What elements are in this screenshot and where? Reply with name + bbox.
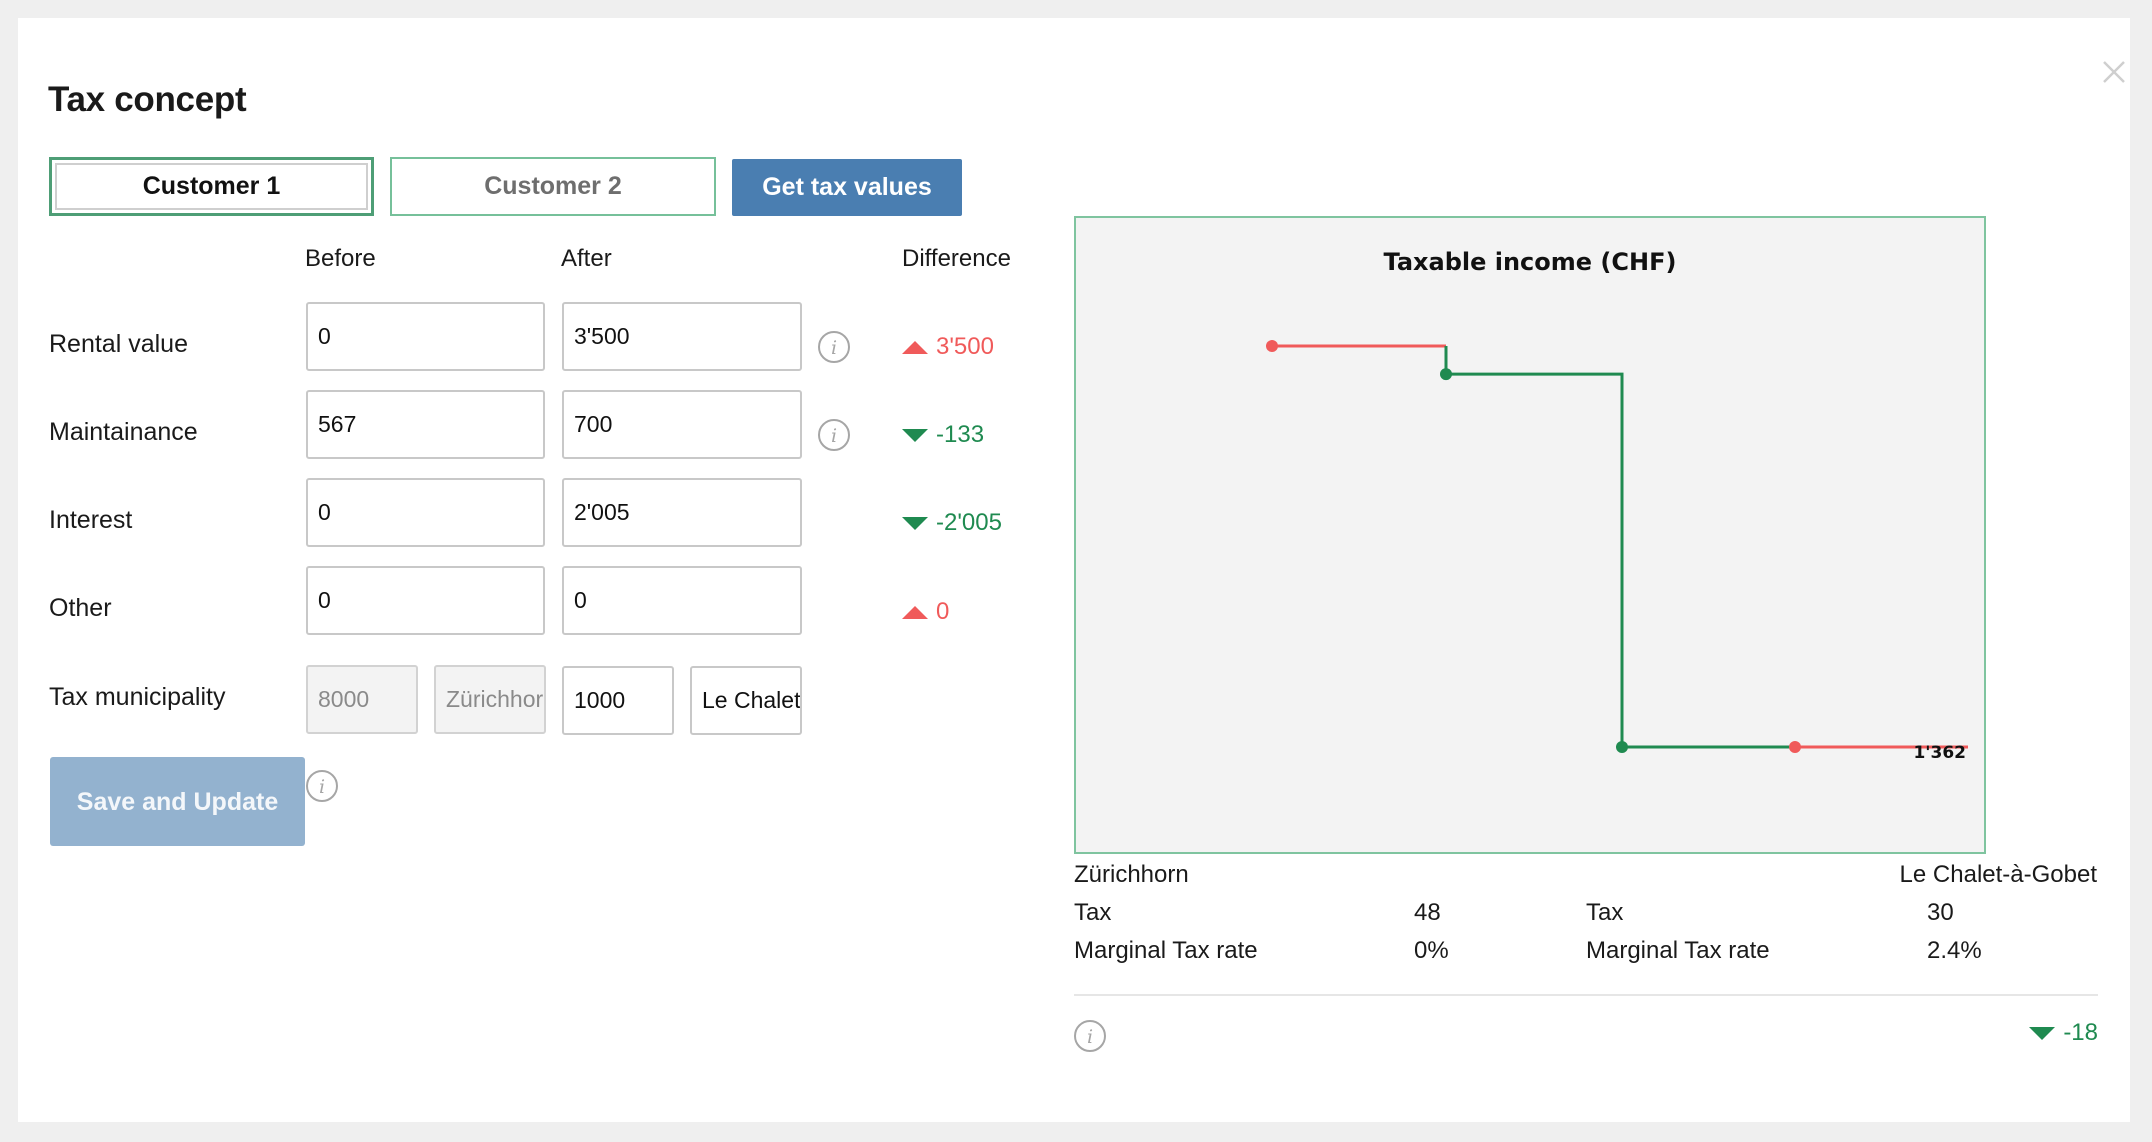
- column-header-after: After: [561, 245, 612, 272]
- interest-after-input[interactable]: 2'005: [562, 478, 802, 547]
- row-label-maintainance: Maintainance: [49, 418, 198, 446]
- info-icon[interactable]: i: [817, 418, 851, 452]
- column-header-before: Before: [305, 245, 376, 272]
- before-zip-field: 8000: [306, 665, 418, 734]
- interest-before-input[interactable]: 0: [306, 478, 545, 547]
- chart-point: [1266, 340, 1278, 352]
- tab-customer-1[interactable]: Customer 1: [49, 157, 374, 216]
- difference-value: -133: [936, 421, 985, 448]
- rental-value-before-input[interactable]: 0: [306, 302, 545, 371]
- right-rate-label: Marginal Tax rate: [1586, 937, 1770, 964]
- svg-text:i: i: [1087, 1026, 1093, 1048]
- chart-end-label: 1'362: [1913, 743, 1966, 763]
- row-label-other: Other: [49, 594, 112, 622]
- total-tax-difference: -18: [2029, 1019, 2098, 1047]
- chart-title: Taxable income (CHF): [1384, 248, 1677, 276]
- right-tax-value: 30: [1927, 899, 1954, 926]
- taxable-income-chart-svg: Taxable income (CHF) 1'362: [1266, 248, 1968, 763]
- close-icon[interactable]: [2096, 54, 2132, 90]
- other-after-input[interactable]: 0: [562, 566, 802, 635]
- difference-value: -2'005: [936, 509, 1002, 536]
- svg-text:i: i: [831, 425, 837, 447]
- difference-value: -18: [2063, 1019, 2098, 1046]
- triangle-up-icon: [902, 340, 928, 354]
- right-place-name: Le Chalet-à-Gobet: [1899, 861, 2097, 888]
- chart-point: [1789, 741, 1801, 753]
- before-municipality-field: Zürichhorn: [434, 665, 546, 734]
- triangle-down-icon: [902, 428, 928, 442]
- left-rate-value: 0%: [1414, 937, 1449, 964]
- after-municipality-input[interactable]: Le Chalet-à-Gobet: [690, 666, 802, 735]
- info-icon[interactable]: i: [305, 769, 339, 803]
- right-tax-label: Tax: [1586, 899, 1624, 926]
- other-difference: 0: [902, 598, 949, 626]
- chart-series-line: [1444, 346, 1795, 749]
- after-zip-input[interactable]: 1000: [562, 666, 674, 735]
- summary-divider: [1074, 994, 2098, 996]
- rental-value-after-input[interactable]: 3'500: [562, 302, 802, 371]
- difference-value: 0: [936, 598, 950, 625]
- rental-value-difference: 3'500: [902, 333, 994, 361]
- info-icon[interactable]: i: [817, 330, 851, 364]
- other-before-input[interactable]: 0: [306, 566, 545, 635]
- left-place-name: Zürichhorn: [1074, 861, 1189, 888]
- get-tax-values-button[interactable]: Get tax values: [732, 159, 962, 216]
- info-icon[interactable]: i: [1073, 1019, 1107, 1053]
- triangle-down-icon: [2029, 1026, 2056, 1040]
- chart-point: [1616, 741, 1628, 753]
- left-tax-label: Tax: [1074, 899, 1112, 926]
- maintainance-difference: -133: [902, 421, 984, 449]
- taxable-income-chart: Taxable income (CHF) 1'362: [1074, 216, 1986, 854]
- maintainance-after-input[interactable]: 700: [562, 390, 802, 459]
- chart-point: [1440, 368, 1452, 381]
- maintainance-before-input[interactable]: 567: [306, 390, 545, 459]
- save-and-update-button[interactable]: Save and Update: [50, 757, 305, 846]
- triangle-up-icon: [902, 605, 928, 619]
- difference-value: 3'500: [936, 333, 994, 360]
- svg-text:i: i: [831, 337, 837, 359]
- row-label-interest: Interest: [49, 506, 133, 534]
- left-rate-label: Marginal Tax rate: [1074, 937, 1258, 964]
- left-tax-value: 48: [1414, 899, 1441, 926]
- triangle-down-icon: [902, 516, 928, 530]
- row-label-rental-value: Rental value: [49, 330, 188, 358]
- dialog-title: Tax concept: [48, 80, 247, 119]
- column-header-difference: Difference: [902, 245, 1011, 272]
- right-rate-value: 2.4%: [1927, 937, 1982, 964]
- interest-difference: -2'005: [902, 509, 1002, 537]
- row-label-tax-municipality: Tax municipality: [49, 683, 226, 711]
- tab-customer-2[interactable]: Customer 2: [390, 157, 716, 216]
- svg-text:i: i: [319, 776, 325, 798]
